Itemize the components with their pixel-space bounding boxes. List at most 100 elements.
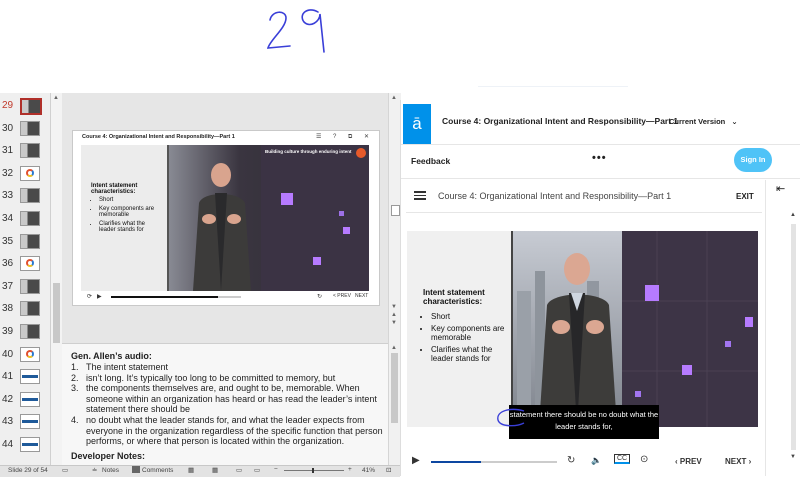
slide-sorter-icon[interactable]: ▦	[212, 466, 218, 474]
scroll-up-icon[interactable]: ▲	[391, 95, 397, 101]
reading-view-icon[interactable]: ▭	[236, 466, 242, 474]
slide-seek-bar[interactable]	[111, 296, 241, 298]
exit-button[interactable]: EXIT	[736, 192, 754, 201]
slide-thumbnail[interactable]: 35	[0, 232, 50, 254]
slide-thumbnail[interactable]: 44	[0, 435, 50, 457]
accessibility-icon[interactable]: ▭	[62, 466, 68, 474]
version-dropdown[interactable]: Current Version ⌄	[669, 117, 738, 126]
prev-button[interactable]: ‹ PREV	[675, 457, 702, 466]
notes-icon[interactable]: ≐	[92, 466, 97, 474]
slide-video-frame[interactable]: Building culture through enduring intent…	[81, 145, 369, 291]
zoom-in-icon[interactable]: +	[348, 466, 352, 473]
slide-preview-image	[20, 346, 40, 362]
slideshow-icon[interactable]: ▭	[254, 466, 260, 474]
player-controls: ▶ ↻ 🔈 CC ⊙ ‹ PREV NEXT ›	[407, 452, 762, 472]
slide-player-icons: ☰ ? ⧉ ✕	[315, 134, 374, 140]
fit-to-window-icon[interactable]: ⊡	[386, 466, 391, 474]
zoom-slider[interactable]	[284, 468, 344, 473]
next-button[interactable]: NEXT ›	[725, 457, 751, 466]
slide-preview-image	[20, 278, 40, 294]
slide-preview-image	[20, 233, 40, 249]
sign-in-button[interactable]: Sign In	[734, 148, 772, 172]
replay-icon[interactable]: ↻	[567, 455, 575, 466]
slide-number: 31	[2, 145, 14, 157]
play-icon[interactable]: ▶	[97, 293, 102, 300]
slide-thumbnail[interactable]: 39	[0, 322, 50, 344]
scroll-up-icon[interactable]: ▲	[53, 95, 59, 101]
slide-preview-image	[20, 437, 40, 452]
replay-icon[interactable]: ↻	[317, 293, 322, 300]
speaker-notes-pane[interactable]: Gen. Allen’s audio: 1. The intent stateme…	[62, 343, 388, 466]
collapse-panel-icon[interactable]: ⇤	[776, 182, 785, 195]
more-options-icon[interactable]: •••	[592, 152, 607, 164]
seek-progress	[431, 461, 482, 463]
note-number: 4.	[71, 414, 79, 425]
scroll-down-icon[interactable]: ▼	[790, 454, 796, 460]
articulate-logo-icon[interactable]: ā	[403, 104, 431, 144]
slide-thumbnail[interactable]: 43	[0, 412, 50, 434]
closed-captions-button[interactable]: CC	[614, 454, 631, 464]
notes-button[interactable]: Notes	[102, 467, 119, 474]
slide-thumbnail[interactable]: 41	[0, 367, 50, 389]
slide-prev-button[interactable]: < PREV	[333, 293, 351, 299]
video-bullets: Intent statement characteristics: Short K…	[91, 183, 163, 236]
scroll-thumb[interactable]	[791, 224, 796, 450]
note-text: the components themselves are, and ought…	[86, 383, 377, 415]
scroll-thumb[interactable]	[391, 205, 400, 216]
slide-thumbnail[interactable]: 29	[0, 96, 50, 118]
slide-thumbnail[interactable]: 32	[0, 164, 50, 186]
play-icon[interactable]: ▶	[412, 455, 420, 466]
chevron-down-icon: ⌄	[731, 117, 738, 126]
comments-icon[interactable]	[132, 466, 140, 473]
slide-preview-image	[20, 324, 40, 339]
zoom-level[interactable]: 41%	[362, 467, 375, 474]
settings-icon[interactable]: ⊙	[640, 454, 648, 465]
scroll-thumb[interactable]	[391, 353, 398, 423]
slide-thumbnail[interactable]: 37	[0, 277, 50, 299]
slide-canvas[interactable]: Course 4: Organizational Intent and Resp…	[72, 130, 380, 306]
feedback-tab[interactable]: Feedback	[411, 156, 450, 166]
slide-preview-image	[20, 391, 40, 407]
lesson-title: Course 4: Organizational Intent and Resp…	[438, 191, 672, 201]
zoom-out-icon[interactable]: −	[274, 466, 278, 473]
note-line: 3. the components themselves are, and oug…	[71, 383, 386, 415]
video-heading: Intent statement characteristics:	[423, 288, 485, 306]
captions-icon[interactable]: ⟳	[87, 293, 92, 300]
menu-icon[interactable]	[414, 189, 426, 202]
slide-thumbnail[interactable]: 42	[0, 390, 50, 412]
scroll-down-icon[interactable]: ▼ ▲ ▼	[391, 303, 397, 327]
note-number: 2.	[71, 372, 79, 383]
slide-thumbnail[interactable]: 34	[0, 209, 50, 231]
pen-annotation	[497, 408, 525, 427]
slide-thumbnail[interactable]: 33	[0, 186, 50, 208]
slide-thumbnail[interactable]: 40	[0, 345, 50, 367]
scroll-up-icon[interactable]: ▲	[790, 212, 796, 218]
slide-number: 33	[2, 190, 14, 202]
review-player-window: ā Course 4: Organizational Intent and Re…	[400, 100, 800, 476]
slide-next-button[interactable]: NEXT	[355, 293, 368, 299]
normal-view-icon[interactable]: ▦	[188, 466, 194, 474]
player-scrollbar[interactable]: ▲ ▼	[790, 212, 798, 476]
note-text: The intent statement	[86, 362, 169, 372]
scroll-thumb[interactable]	[53, 283, 60, 343]
player-header: Course 4: Organizational Intent and Resp…	[406, 180, 762, 213]
slide-number: 35	[2, 235, 14, 247]
slide-thumbnail[interactable]: 36	[0, 254, 50, 276]
slide-number: 38	[2, 303, 14, 315]
prev-label: PREV	[679, 457, 702, 466]
comments-button[interactable]: Comments	[142, 467, 173, 474]
note-number: 1.	[71, 362, 79, 372]
video-player[interactable]: Intent statement characteristics: Short K…	[407, 231, 758, 427]
slide-number: 42	[2, 393, 14, 405]
bullet-item: Key components are memorable	[99, 206, 163, 218]
slide-number: 36	[2, 258, 14, 270]
slide-preview-image	[20, 188, 40, 204]
volume-icon[interactable]: 🔈	[591, 455, 602, 466]
slide-thumbnail[interactable]: 31	[0, 141, 50, 163]
scroll-up-icon[interactable]: ▲	[391, 345, 397, 351]
note-line: 2. isn’t long. It’s typically too long to…	[71, 373, 386, 384]
seek-bar[interactable]	[431, 461, 557, 463]
slide-thumbnail[interactable]: 38	[0, 299, 50, 321]
note-text: no doubt what the leader stands for, and…	[86, 414, 383, 447]
slide-thumbnail[interactable]: 30	[0, 119, 50, 141]
